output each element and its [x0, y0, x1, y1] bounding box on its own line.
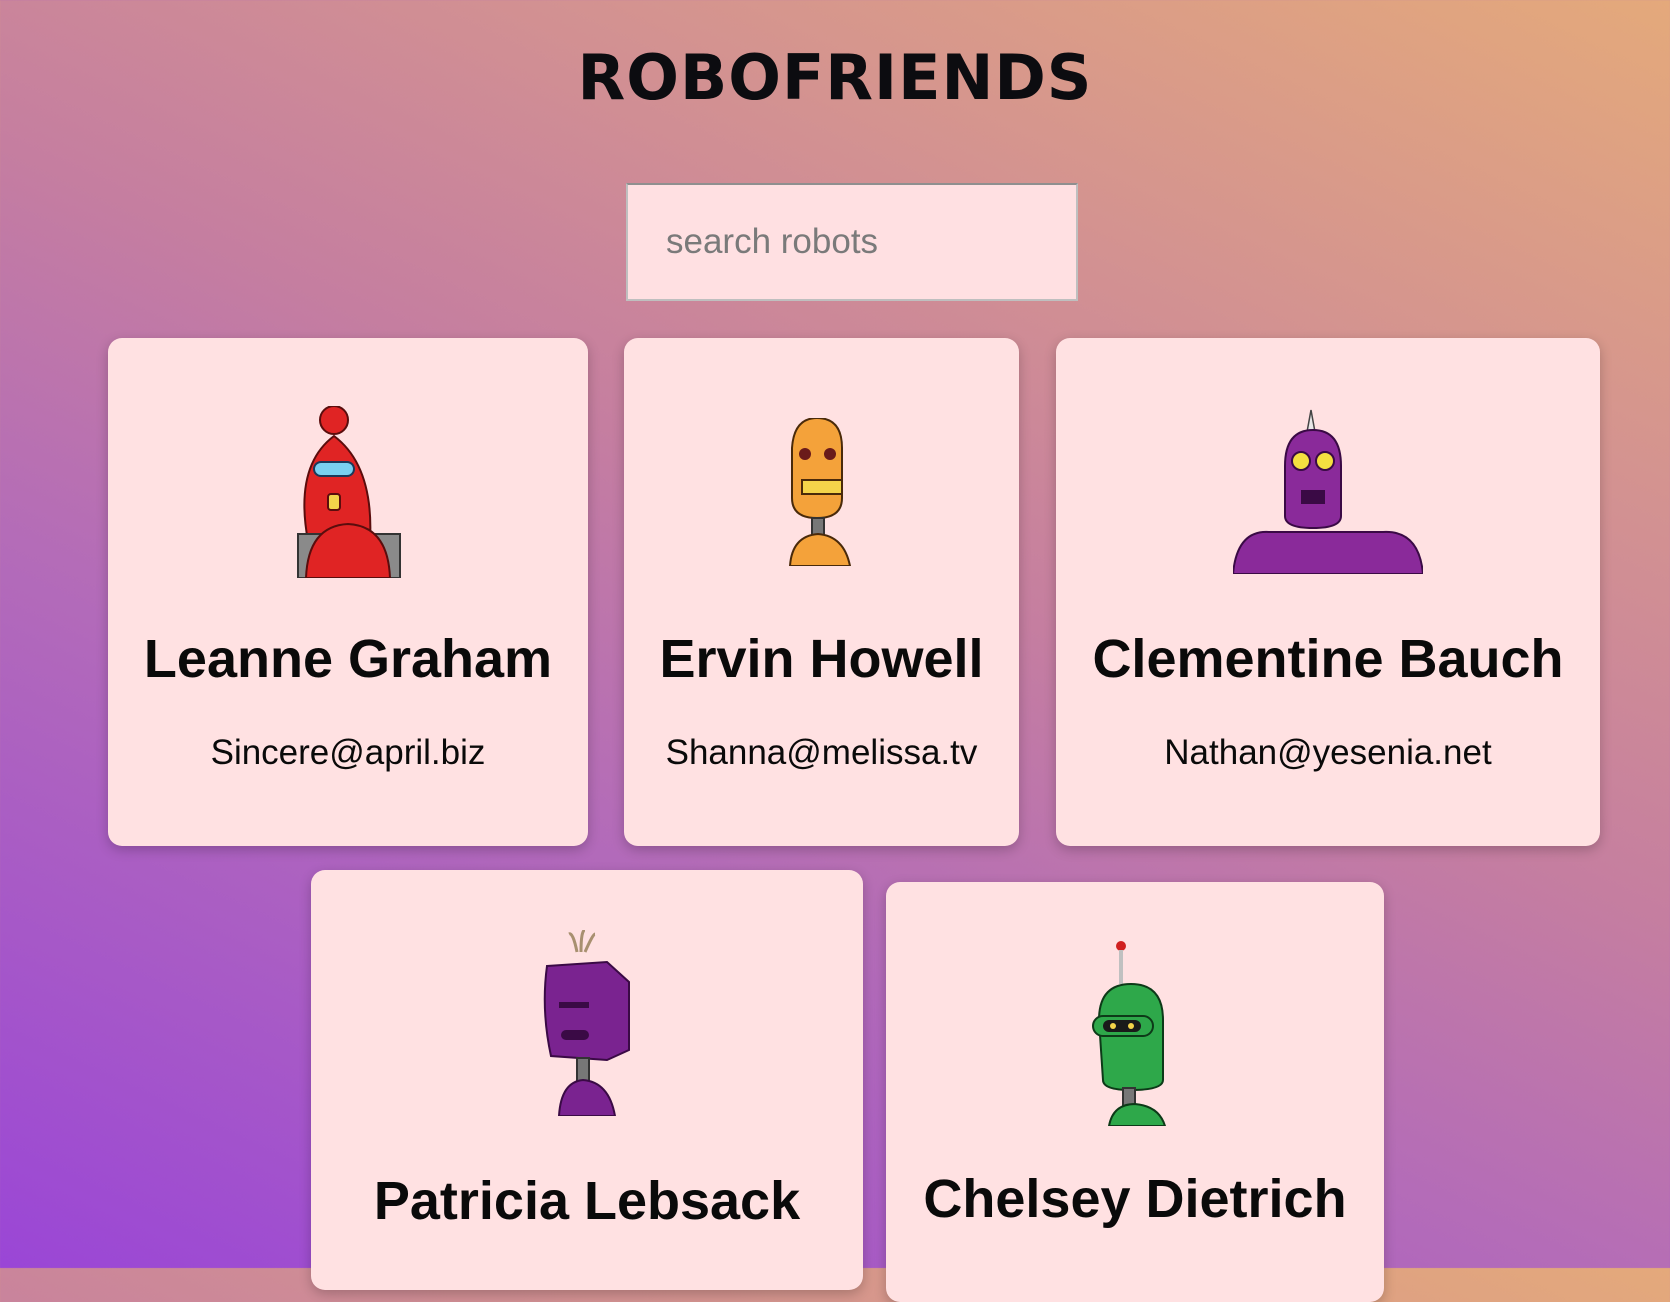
robot-name: Chelsey Dietrich	[923, 1169, 1347, 1229]
robot-email: Nathan@yesenia.net	[1164, 733, 1492, 772]
robot-card[interactable]: Leanne Graham Sincere@april.biz	[108, 338, 588, 846]
robot-email: Sincere@april.biz	[210, 733, 486, 772]
search-box	[626, 183, 1078, 301]
red-robot-icon	[288, 405, 408, 583]
robot-name: Clementine Bauch	[1092, 629, 1564, 689]
robot-card[interactable]: Patricia Lebsack	[311, 870, 863, 1290]
robot-email: Shanna@melissa.tv	[665, 733, 978, 772]
robot-card[interactable]: Ervin Howell Shanna@melissa.tv	[624, 338, 1019, 846]
orange-robot-icon	[772, 406, 872, 571]
search-input[interactable]	[626, 183, 1078, 301]
robot-card[interactable]: Chelsey Dietrich	[886, 882, 1384, 1302]
green-robot-icon	[1085, 941, 1185, 1131]
robot-card[interactable]: Clementine Bauch Nathan@yesenia.net	[1056, 338, 1600, 846]
page-title: ROBOFRIENDS	[577, 41, 1093, 114]
purple-robot-icon	[1231, 406, 1425, 579]
robot-name: Leanne Graham	[143, 629, 553, 689]
robot-name: Patricia Lebsack	[373, 1171, 801, 1231]
robot-name: Ervin Howell	[659, 629, 984, 689]
purple-block-robot-icon	[537, 928, 637, 1121]
